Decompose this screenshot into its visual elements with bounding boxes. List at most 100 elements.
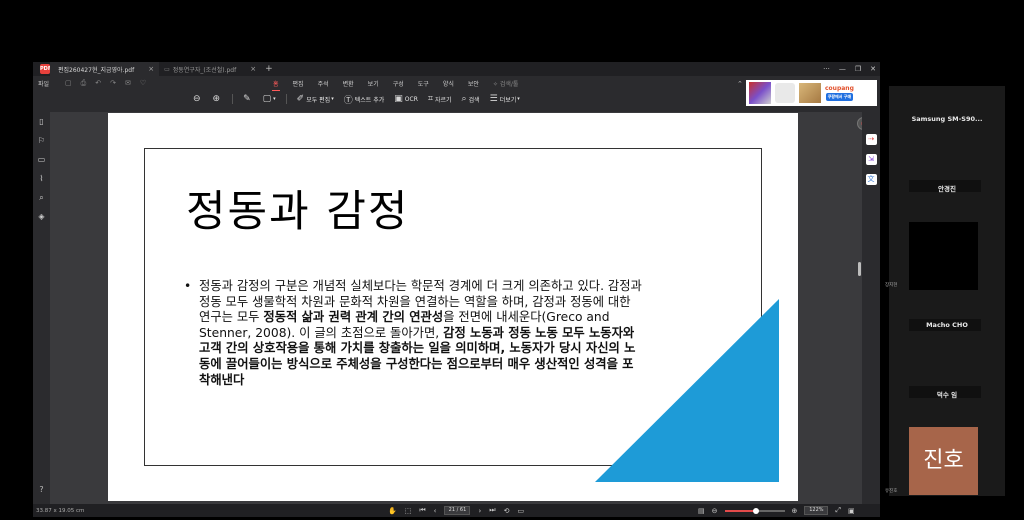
- mail-icon[interactable]: ✉: [125, 79, 131, 88]
- add-text-button[interactable]: Ⓣ 텍스트 추가: [344, 93, 385, 106]
- text-box-icon: Ⓣ: [343, 95, 353, 106]
- divider: [285, 94, 287, 104]
- ribbon-tabs: 홈 편집 주석 변환 보기 구성 도구 양식 보안 ✧ 검색/툴: [272, 76, 519, 91]
- ad-brand: coupang 쿠팡에서 구매: [825, 85, 854, 101]
- compress-icon[interactable]: ⇲: [865, 154, 877, 165]
- comment-icon[interactable]: ▭: [38, 150, 46, 169]
- zoom-out-button[interactable]: ⊖: [193, 94, 203, 104]
- present-icon[interactable]: ▣: [848, 507, 855, 515]
- minimize-button[interactable]: —: [839, 65, 846, 73]
- first-page-icon[interactable]: ⏮: [419, 506, 425, 515]
- slide-bullet: • 정동과 감정의 구분은 개념적 실체보다는 학문적 경계에 더 크게 의존하…: [184, 279, 644, 388]
- ad-brand-name: coupang: [825, 85, 854, 92]
- document-tab-active[interactable]: 편집260427현_지금영아.pdf ×: [50, 62, 160, 76]
- fullscreen-icon[interactable]: ⤢: [835, 506, 841, 515]
- vertical-scrollbar[interactable]: [858, 262, 861, 276]
- edit-all-button[interactable]: ✐ 모두 편집 ▾: [297, 94, 334, 104]
- more-options-icon[interactable]: ···: [823, 65, 830, 73]
- tab-annotate[interactable]: 주석: [318, 79, 329, 88]
- search-icon[interactable]: ⌕: [39, 188, 43, 207]
- redo-icon[interactable]: ↷: [110, 79, 116, 88]
- tab-edit[interactable]: 편집: [293, 79, 304, 88]
- participant-name: 덕수 임: [936, 391, 958, 399]
- search-button[interactable]: ⌕ 검색: [462, 94, 480, 104]
- tab-convert[interactable]: 변환: [343, 79, 354, 88]
- convert-icon[interactable]: ⇢: [865, 134, 877, 145]
- app-logo: PDF: [40, 64, 52, 74]
- tab-bar: PDF 편집260427현_지금영아.pdf × ▭ 정동연구자_(조선철).p…: [33, 62, 880, 76]
- page-thumbnail-icon[interactable]: ▯: [39, 112, 43, 131]
- document-tab[interactable]: ▭ 정동연구자_(조선철).pdf ×: [159, 62, 261, 76]
- bookmark-icon[interactable]: ⚐: [38, 131, 45, 150]
- open-folder-icon[interactable]: ▢: [65, 79, 72, 88]
- zoom-in-button[interactable]: ⊕: [213, 94, 223, 104]
- zoom-in-icon[interactable]: ⊕: [792, 507, 798, 515]
- desktop: PDF 편집260427현_지금영아.pdf × ▭ 정동연구자_(조선철).p…: [0, 0, 1024, 520]
- ad-product-image: [749, 82, 771, 104]
- page-number-input[interactable]: 21 / 61: [444, 506, 471, 515]
- participant-video-tile[interactable]: [909, 222, 978, 290]
- new-tab-button[interactable]: +: [265, 64, 273, 74]
- decorative-triangle: [595, 299, 779, 482]
- translate-icon[interactable]: 文: [865, 174, 877, 185]
- layers-icon[interactable]: ◈: [38, 207, 44, 226]
- shape-button[interactable]: ▢ ▾: [263, 94, 276, 104]
- rotate-icon[interactable]: ⟲: [504, 507, 510, 515]
- ocr-label: OCR: [404, 95, 418, 103]
- file-menu[interactable]: 파일: [38, 79, 49, 88]
- next-page-icon[interactable]: ›: [478, 507, 481, 515]
- tab-home[interactable]: 홈: [272, 79, 280, 91]
- ocr-icon: ▣: [394, 94, 403, 104]
- zoom-in-icon: ⊕: [212, 94, 221, 104]
- tool-search[interactable]: ✧ 검색/툴: [493, 79, 519, 88]
- help-icon[interactable]: ?: [33, 485, 50, 494]
- tab-organize[interactable]: 구성: [393, 79, 404, 88]
- hand-tool-icon[interactable]: ✋: [388, 507, 397, 515]
- ad-banner[interactable]: coupang 쿠팡에서 구매: [746, 80, 877, 106]
- close-window-button[interactable]: ✕: [870, 65, 876, 73]
- pin-icon[interactable]: ♡: [140, 79, 146, 88]
- tab-tools[interactable]: 도구: [418, 79, 429, 88]
- zoom-slider-knob[interactable]: [752, 507, 759, 514]
- quick-access-toolbar: ▢ ⎙ ↶ ↷ ✉ ♡: [65, 79, 146, 88]
- ad-cta-button[interactable]: 쿠팡에서 구매: [825, 93, 854, 101]
- ocr-button[interactable]: ▣ OCR: [394, 94, 418, 104]
- more-label: 더보기: [499, 96, 517, 104]
- view-mode-icon[interactable]: ▤: [698, 507, 705, 515]
- crop-button[interactable]: ⌗ 자르기: [428, 94, 452, 104]
- last-page-icon[interactable]: ⏭: [489, 506, 495, 515]
- participant-name-device: Samsung SM-S90...: [911, 115, 983, 123]
- zoom-out-icon[interactable]: ⊖: [712, 507, 718, 515]
- participant-avatar[interactable]: 진호: [909, 427, 978, 495]
- ad-product-image: [799, 83, 821, 103]
- right-sidebar: ⇢ ⇲ 文: [862, 112, 880, 504]
- tab-security[interactable]: 보안: [468, 79, 479, 88]
- tab-forms[interactable]: 양식: [443, 79, 454, 88]
- zoom-controls: ▤ ⊖ ⊕ 122% ⤢ ▣: [698, 504, 855, 517]
- maximize-button[interactable]: ❐: [855, 65, 861, 73]
- close-icon[interactable]: ×: [148, 65, 154, 73]
- attachment-icon[interactable]: ⌇: [40, 169, 44, 188]
- highlight-button[interactable]: ✎: [243, 94, 253, 104]
- window-controls: ··· — ❐ ✕: [823, 62, 876, 76]
- print-icon[interactable]: ⎙: [81, 79, 87, 88]
- zoom-level[interactable]: 122%: [804, 506, 829, 515]
- pdf-file-icon: ▭: [164, 65, 170, 73]
- undo-icon[interactable]: ↶: [95, 79, 101, 88]
- chevron-down-icon: ▾: [273, 96, 276, 102]
- fit-page-icon[interactable]: ▭: [517, 507, 524, 515]
- rectangle-icon: ▢: [262, 94, 272, 104]
- tab-view[interactable]: 보기: [368, 79, 379, 88]
- more-button[interactable]: ☰ 더보기 ▾: [490, 94, 520, 104]
- select-tool-icon[interactable]: ⬚: [405, 507, 412, 515]
- zoom-slider[interactable]: [724, 507, 785, 514]
- bullet-point: •: [184, 279, 192, 293]
- pdf-app-window: PDF 편집260427현_지금영아.pdf × ▭ 정동연구자_(조선철).p…: [33, 62, 880, 517]
- highlighter-icon: ✎: [243, 94, 251, 104]
- close-icon[interactable]: ×: [250, 65, 256, 73]
- search-label: 검색: [468, 96, 480, 104]
- prev-page-icon[interactable]: ‹: [434, 507, 437, 515]
- document-viewport[interactable]: 정동과 감정 • 정동과 감정의 구분은 개념적 실체보다는 학문적 경계에 더…: [50, 112, 870, 504]
- participants-panel: Samsung SM-S90... 안경진 장지현 Macho CHO 덕수 임…: [885, 86, 1005, 496]
- chevron-up-icon[interactable]: ⌃: [737, 80, 743, 88]
